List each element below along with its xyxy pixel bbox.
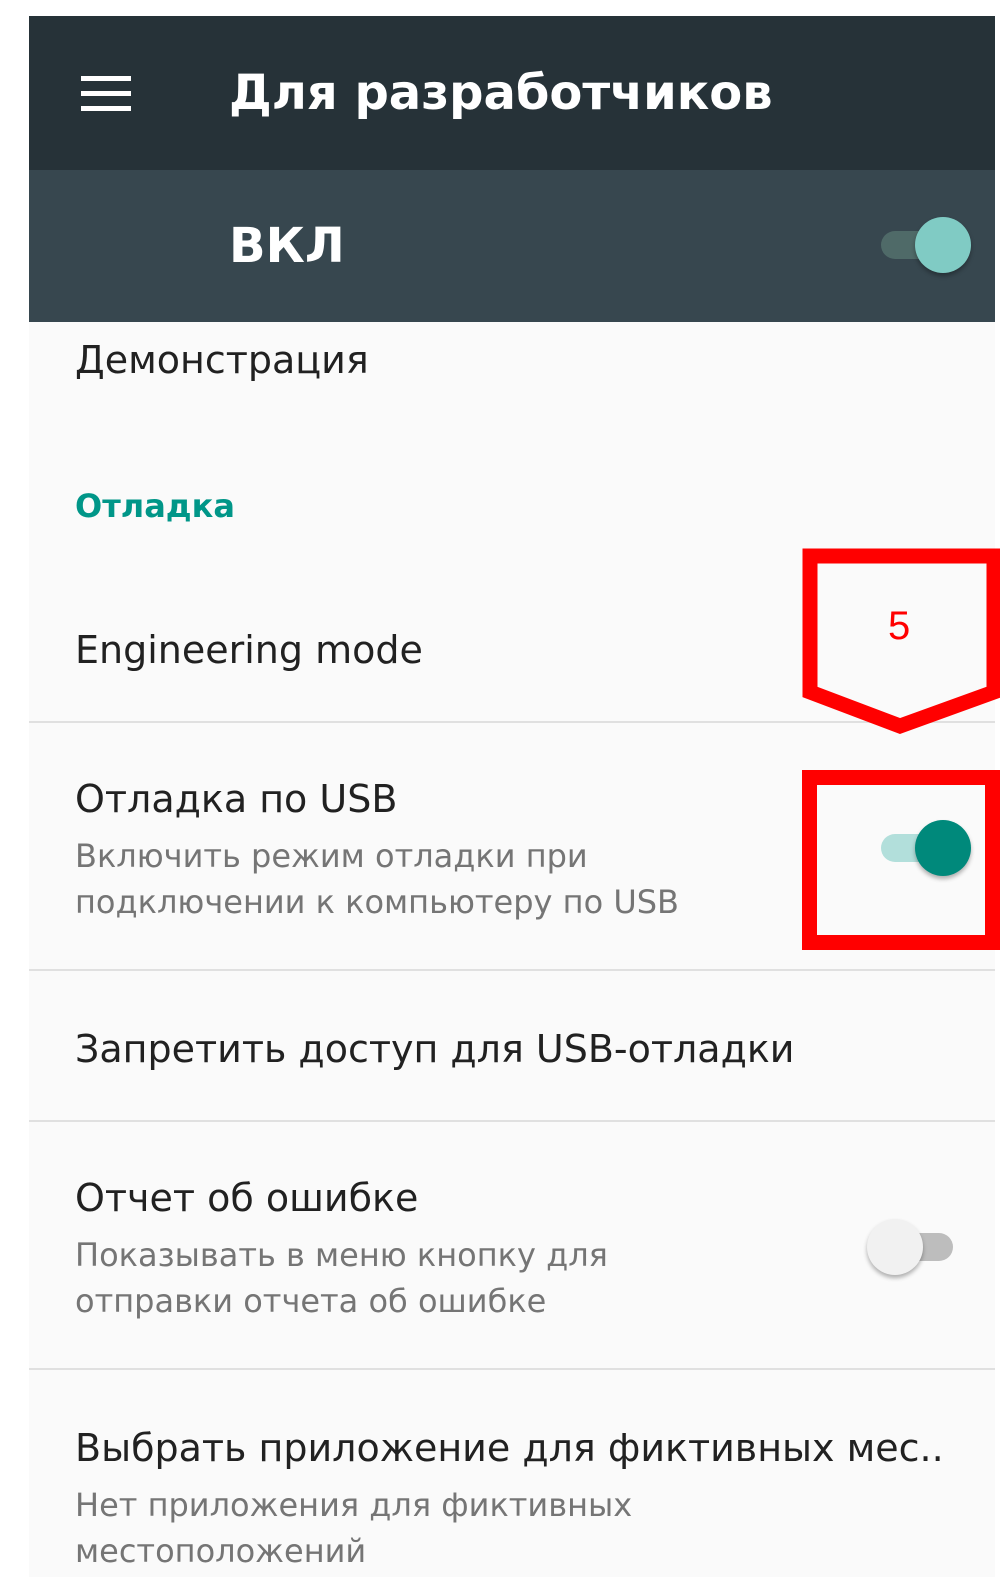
demo-mode-item[interactable]: Демонстрация <box>75 334 369 386</box>
mock-location-summary-line2: местоположений <box>75 1532 367 1570</box>
usb-debugging-summary-line2: подключении к компьютеру по USB <box>75 883 679 921</box>
master-switch[interactable] <box>881 215 971 275</box>
section-header-debugging: Отладка <box>75 487 235 525</box>
mock-location-title: Выбрать приложение для фиктивных мес.. <box>75 1426 944 1470</box>
toolbar-title: Для разработчиков <box>229 65 773 121</box>
bug-report-summary-line2: отправки отчета об ошибке <box>75 1282 547 1320</box>
annotation-highlight-box <box>802 770 1000 950</box>
usb-debugging-summary-line1: Включить режим отладки при <box>75 837 588 875</box>
bug-report-summary-line1: Показывать в меню кнопку для <box>75 1236 608 1274</box>
bug-report-title: Отчет об ошибке <box>75 1176 419 1220</box>
master-switch-bar[interactable]: ВКЛ <box>29 170 995 322</box>
mock-location-summary-line1: Нет приложения для фиктивных <box>75 1486 633 1524</box>
master-switch-label: ВКЛ <box>229 218 345 274</box>
toolbar: Для разработчиков <box>29 16 995 170</box>
bug-report-switch-thumb <box>867 1219 923 1275</box>
master-switch-thumb <box>915 217 971 273</box>
usb-debugging-title: Отладка по USB <box>75 777 398 821</box>
annotation-step-number: 5 <box>888 604 911 648</box>
divider <box>29 1120 995 1122</box>
engineering-mode-item[interactable]: Engineering mode <box>75 624 423 676</box>
divider <box>29 969 995 971</box>
hamburger-menu-icon[interactable] <box>81 76 133 112</box>
bug-report-switch[interactable] <box>867 1217 953 1277</box>
revoke-usb-debugging-item[interactable]: Запретить доступ для USB-отладки <box>75 1023 795 1075</box>
divider <box>29 1368 995 1370</box>
